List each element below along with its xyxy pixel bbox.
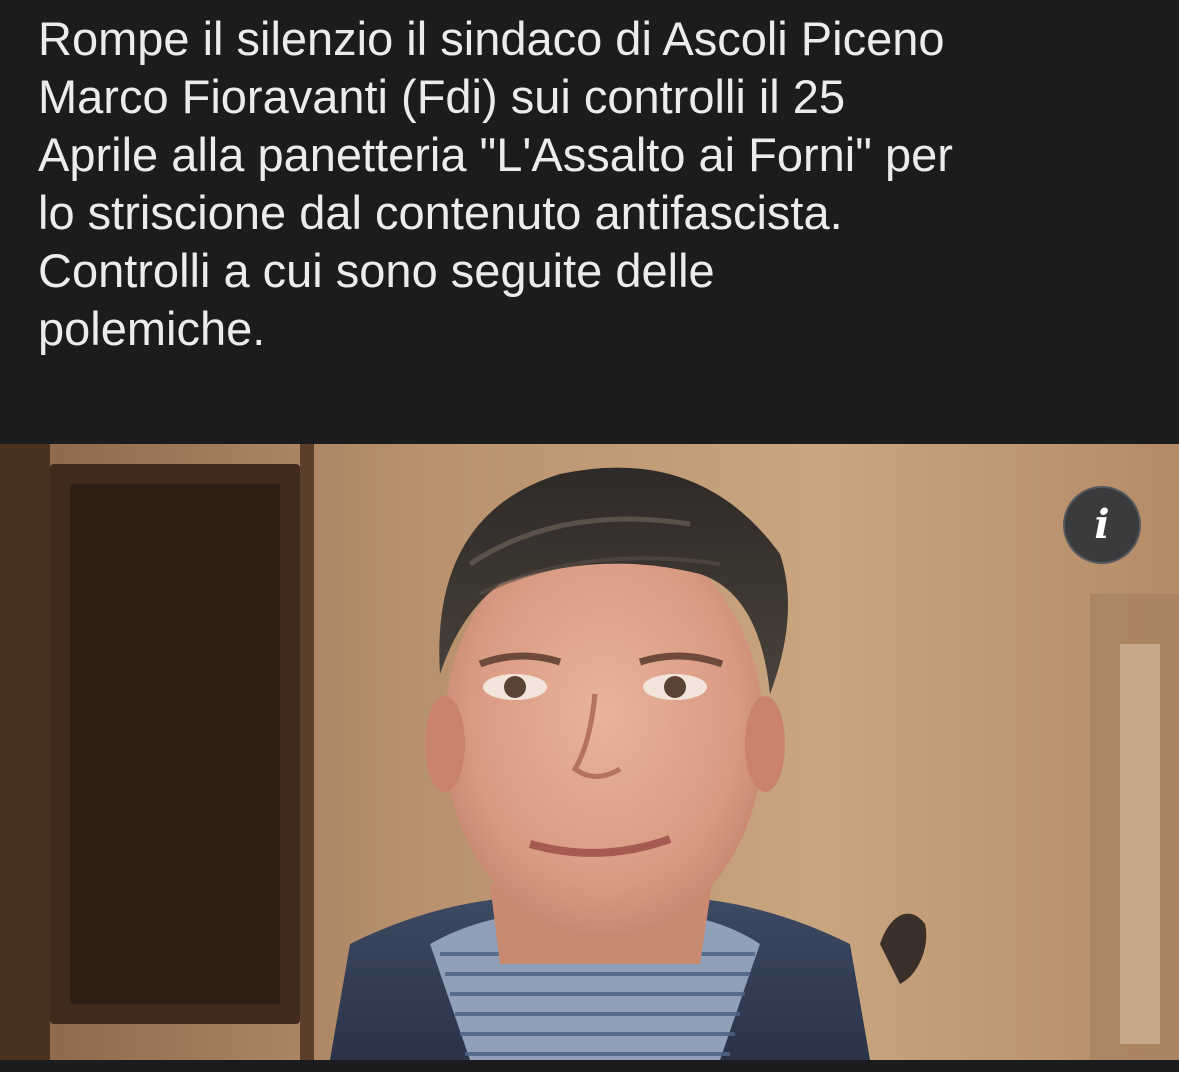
facebook-post: Rompe il silenzio il sindaco di Ascoli P… [0, 0, 1179, 1072]
info-icon: i [1094, 501, 1110, 548]
post-photo[interactable] [0, 444, 1179, 1060]
caption-line-1: Rompe il silenzio il sindaco di Ascoli P… [38, 12, 945, 65]
caption-line-5: Controlli a cui sono seguite delle [38, 244, 715, 297]
caption-line-6: polemiche. [38, 302, 266, 355]
caption-line-3: Aprile alla panetteria "L'Assalto ai For… [38, 128, 953, 181]
portrait-photo [0, 444, 1179, 1060]
bottom-divider [0, 1060, 1179, 1072]
post-caption: Rompe il silenzio il sindaco di Ascoli P… [38, 10, 1148, 358]
caption-line-4: lo striscione dal contenuto antifascista… [38, 186, 843, 239]
info-button[interactable]: i [1063, 486, 1141, 564]
caption-line-2: Marco Fioravanti (Fdi) sui controlli il … [38, 70, 846, 123]
